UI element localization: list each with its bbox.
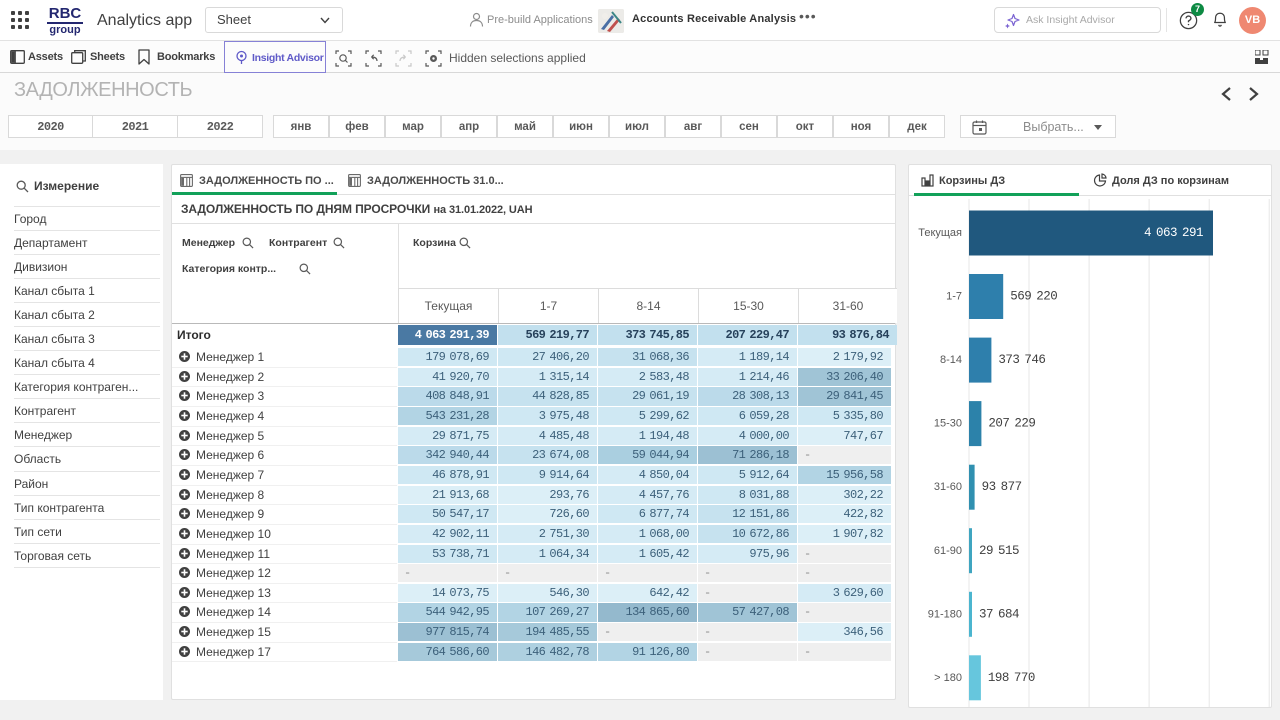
svg-text:207 229: 207 229 [988,417,1035,431]
svg-text:Текущая: Текущая [918,227,962,239]
svg-text:91-180: 91-180 [928,608,962,620]
svg-text:93 877: 93 877 [982,480,1022,494]
svg-text:29 515: 29 515 [979,544,1019,558]
svg-text:373 746: 373 746 [998,353,1045,367]
svg-text:61-90: 61-90 [934,545,962,557]
svg-text:4 063 291: 4 063 291 [1144,226,1203,240]
svg-text:37 684: 37 684 [979,607,1019,621]
svg-text:1-7: 1-7 [946,291,962,303]
svg-text:198 770: 198 770 [988,671,1035,685]
svg-text:> 180: > 180 [934,672,962,684]
svg-text:569 220: 569 220 [1010,290,1057,304]
svg-text:8-14: 8-14 [940,354,962,366]
svg-text:31-60: 31-60 [934,481,962,493]
svg-text:15-30: 15-30 [934,418,962,430]
